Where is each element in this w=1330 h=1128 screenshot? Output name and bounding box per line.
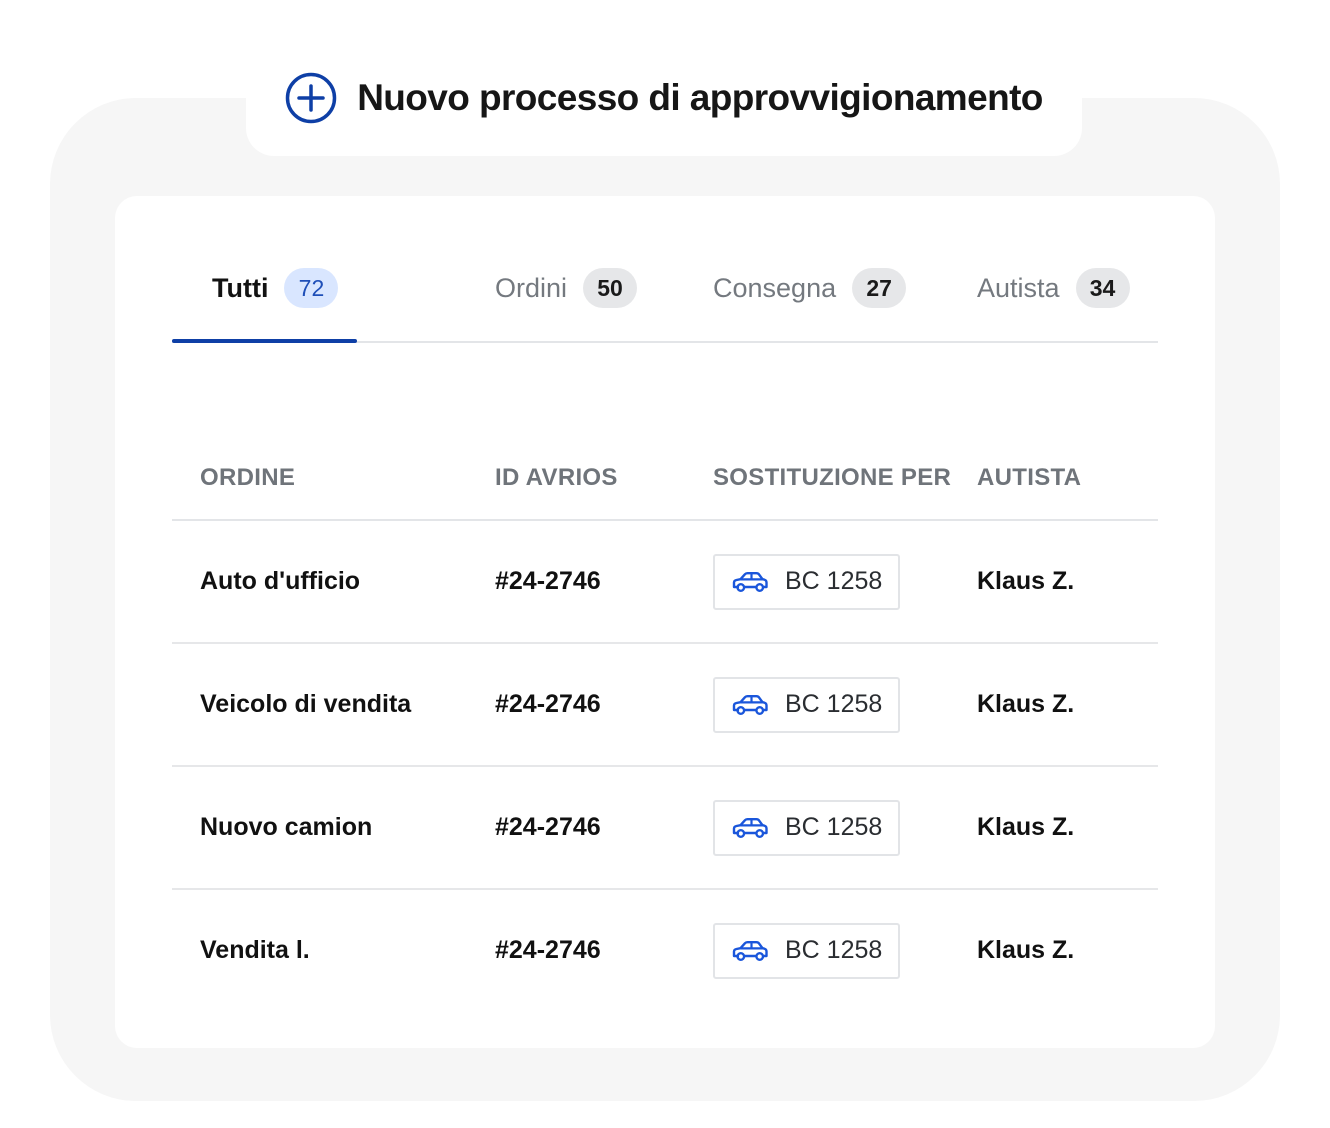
column-header-order[interactable]: ORDINE bbox=[200, 464, 295, 492]
vehicle-chip[interactable]: BC 1258 bbox=[713, 799, 901, 856]
plate-number: BC 1258 bbox=[785, 567, 883, 595]
tab-label: Tutti bbox=[212, 272, 269, 303]
table-row[interactable]: Nuovo camion #24-2746 BC 1258 Klaus Z. bbox=[172, 767, 1158, 890]
avrios-id: #24-2746 bbox=[495, 936, 601, 964]
table-row[interactable]: Veicolo di vendita #24-2746 BC 1258 Klau… bbox=[172, 644, 1158, 767]
tab-consegna[interactable]: Consegna 27 bbox=[713, 268, 907, 308]
column-header-driver[interactable]: AUTISTA bbox=[977, 464, 1081, 492]
car-icon bbox=[732, 817, 768, 838]
order-name: Veicolo di vendita bbox=[200, 690, 412, 718]
driver-name: Klaus Z. bbox=[977, 567, 1075, 595]
vehicle-chip[interactable]: BC 1258 bbox=[713, 553, 901, 610]
tab-label: Autista bbox=[977, 272, 1060, 303]
car-icon bbox=[732, 571, 768, 592]
vehicle-chip[interactable]: BC 1258 bbox=[713, 676, 901, 733]
replacement-cell: BC 1258 bbox=[713, 644, 901, 765]
count-badge: 72 bbox=[284, 268, 339, 308]
order-name: Vendita l. bbox=[200, 936, 310, 964]
count-badge: 34 bbox=[1075, 268, 1130, 308]
replacement-cell: BC 1258 bbox=[713, 767, 901, 888]
new-procurement-button[interactable]: Nuovo processo di approvvigionamento bbox=[246, 48, 1082, 156]
tab-ordini[interactable]: Ordini 50 bbox=[495, 268, 638, 308]
car-icon bbox=[732, 940, 768, 961]
count-badge: 27 bbox=[852, 268, 907, 308]
table-header: ORDINE ID AVRIOS SOSTITUZIONE PER AUTIST… bbox=[172, 454, 1158, 521]
orders-table: ORDINE ID AVRIOS SOSTITUZIONE PER AUTIST… bbox=[172, 454, 1158, 1013]
car-icon bbox=[732, 694, 768, 715]
tab-label: Ordini bbox=[495, 272, 568, 303]
replacement-cell: BC 1258 bbox=[713, 890, 901, 1011]
column-header-id[interactable]: ID AVRIOS bbox=[495, 464, 618, 492]
tab-label: Consegna bbox=[713, 272, 837, 303]
page-title: Nuovo processo di approvvigionamento bbox=[357, 77, 1043, 118]
order-name: Nuovo camion bbox=[200, 813, 373, 841]
avrios-id: #24-2746 bbox=[495, 690, 601, 718]
vehicle-chip[interactable]: BC 1258 bbox=[713, 922, 901, 979]
avrios-id: #24-2746 bbox=[495, 567, 601, 595]
active-tab-indicator bbox=[172, 339, 357, 343]
driver-name: Klaus Z. bbox=[977, 690, 1075, 718]
order-name: Auto d'ufficio bbox=[200, 567, 361, 595]
table-row[interactable]: Auto d'ufficio #24-2746 BC 1258 Klaus Z. bbox=[172, 521, 1158, 644]
count-badge: 50 bbox=[583, 268, 638, 308]
table-row[interactable]: Vendita l. #24-2746 BC 1258 Klaus Z. bbox=[172, 890, 1158, 1013]
plate-number: BC 1258 bbox=[785, 690, 883, 718]
driver-name: Klaus Z. bbox=[977, 813, 1075, 841]
driver-name: Klaus Z. bbox=[977, 936, 1075, 964]
procurement-card: Tutti 72 Ordini 50 Consegna 27 Autista 3… bbox=[115, 196, 1215, 1048]
plate-number: BC 1258 bbox=[785, 813, 883, 841]
tab-bar: Tutti 72 Ordini 50 Consegna 27 Autista 3… bbox=[172, 196, 1158, 343]
replacement-cell: BC 1258 bbox=[713, 521, 901, 642]
tab-tutti[interactable]: Tutti 72 bbox=[212, 268, 339, 308]
plate-number: BC 1258 bbox=[785, 936, 883, 964]
tab-autista[interactable]: Autista 34 bbox=[977, 268, 1130, 308]
plus-circle-icon bbox=[285, 72, 337, 124]
column-header-replacement[interactable]: SOSTITUZIONE PER bbox=[713, 464, 951, 492]
avrios-id: #24-2746 bbox=[495, 813, 601, 841]
